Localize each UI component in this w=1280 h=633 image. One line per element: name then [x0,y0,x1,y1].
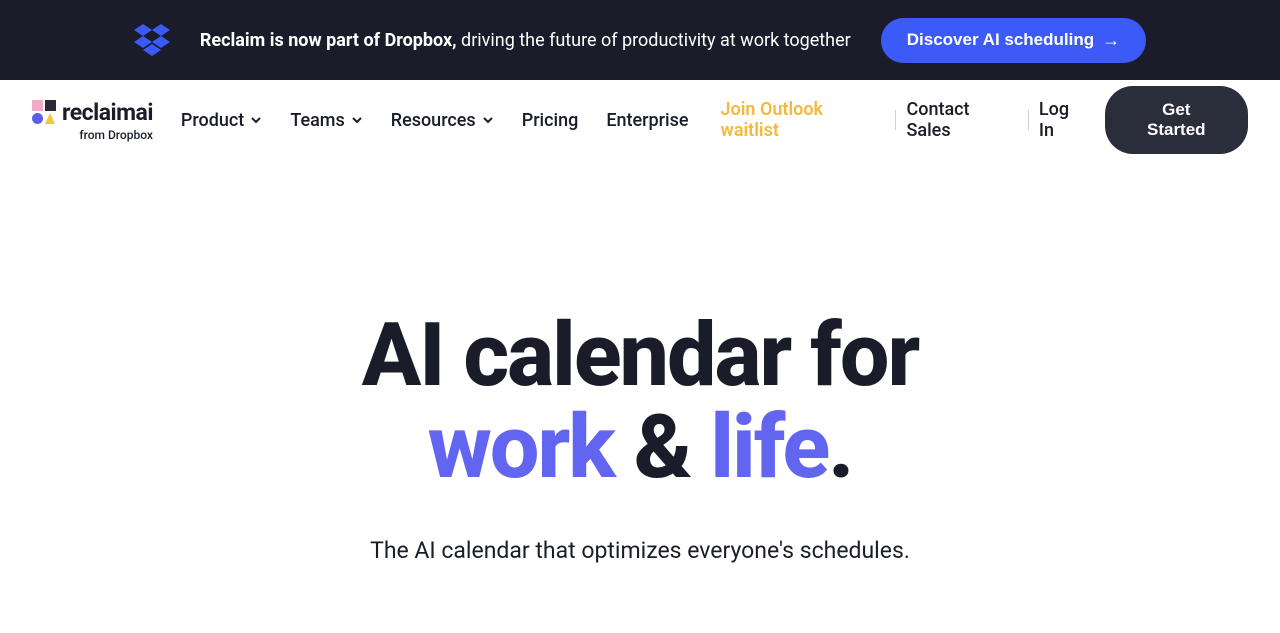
chevron-down-icon [250,114,262,126]
logo-mark-icon [32,100,56,124]
hero-amp: & [614,396,710,499]
banner-button-label: Discover AI scheduling [907,30,1094,50]
hero-subtitle: The AI calendar that optimizes everyone'… [0,537,1280,564]
nav-pricing-label: Pricing [522,110,579,131]
nav-login-label: Log In [1039,99,1069,141]
hero-section: AI calendar for work & life. The AI cale… [0,160,1280,564]
nav-pricing[interactable]: Pricing [522,110,579,131]
nav-enterprise[interactable]: Enterprise [606,110,688,131]
nav-teams[interactable]: Teams [290,110,362,131]
nav-divider [1028,110,1029,130]
logo[interactable]: reclaimai from Dropbox [32,99,153,142]
nav-resources[interactable]: Resources [391,110,494,131]
hero-title: AI calendar for work & life. [0,310,1280,495]
arrow-right-icon: → [1102,30,1120,51]
hero-word-work: work [428,396,614,499]
nav-items: Product Teams Resources Pricing Enterpri… [181,110,689,131]
nav-resources-label: Resources [391,110,476,131]
nav-outlook-label: Join Outlook waitlist [721,99,823,141]
nav-enterprise-label: Enterprise [606,110,688,131]
nav-product-label: Product [181,110,244,131]
nav-product[interactable]: Product [181,110,262,131]
hero-word-life: life [710,396,828,499]
nav-contact-label: Contact Sales [906,99,969,141]
hero-period: . [828,396,852,499]
logo-subtitle: from Dropbox [79,128,153,142]
hero-line1: AI calendar for [362,304,919,407]
chevron-down-icon [482,114,494,126]
nav-teams-label: Teams [290,110,344,131]
discover-ai-scheduling-button[interactable]: Discover AI scheduling → [881,18,1146,63]
nav-login[interactable]: Log In [1039,99,1089,141]
nav-outlook-waitlist[interactable]: Join Outlook waitlist [721,99,886,141]
dropbox-icon [134,24,170,56]
chevron-down-icon [351,114,363,126]
banner-text-bold: Reclaim is now part of Dropbox, [200,30,457,51]
nav-divider [895,110,896,130]
get-started-label: Get Started [1147,100,1206,139]
announcement-banner: Reclaim is now part of Dropbox, driving … [0,0,1280,80]
logo-text: reclaimai [62,99,153,126]
banner-text: Reclaim is now part of Dropbox, driving … [200,30,851,51]
main-navbar: reclaimai from Dropbox Product Teams Res… [0,80,1280,160]
banner-text-rest: driving the future of productivity at wo… [457,30,851,51]
get-started-button[interactable]: Get Started [1105,86,1248,154]
nav-contact-sales[interactable]: Contact Sales [906,99,1017,141]
